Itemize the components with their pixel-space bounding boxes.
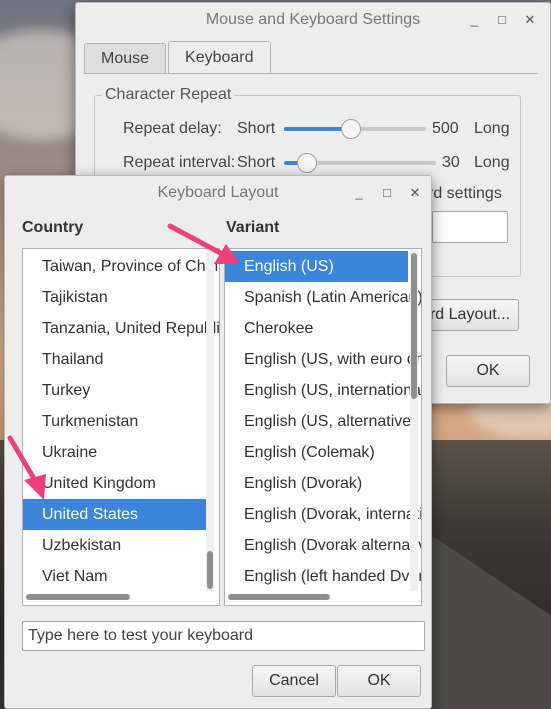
arrow-to-country (7, 435, 46, 500)
annotation-arrows (7, 223, 240, 500)
arrow-to-variant (167, 223, 240, 264)
